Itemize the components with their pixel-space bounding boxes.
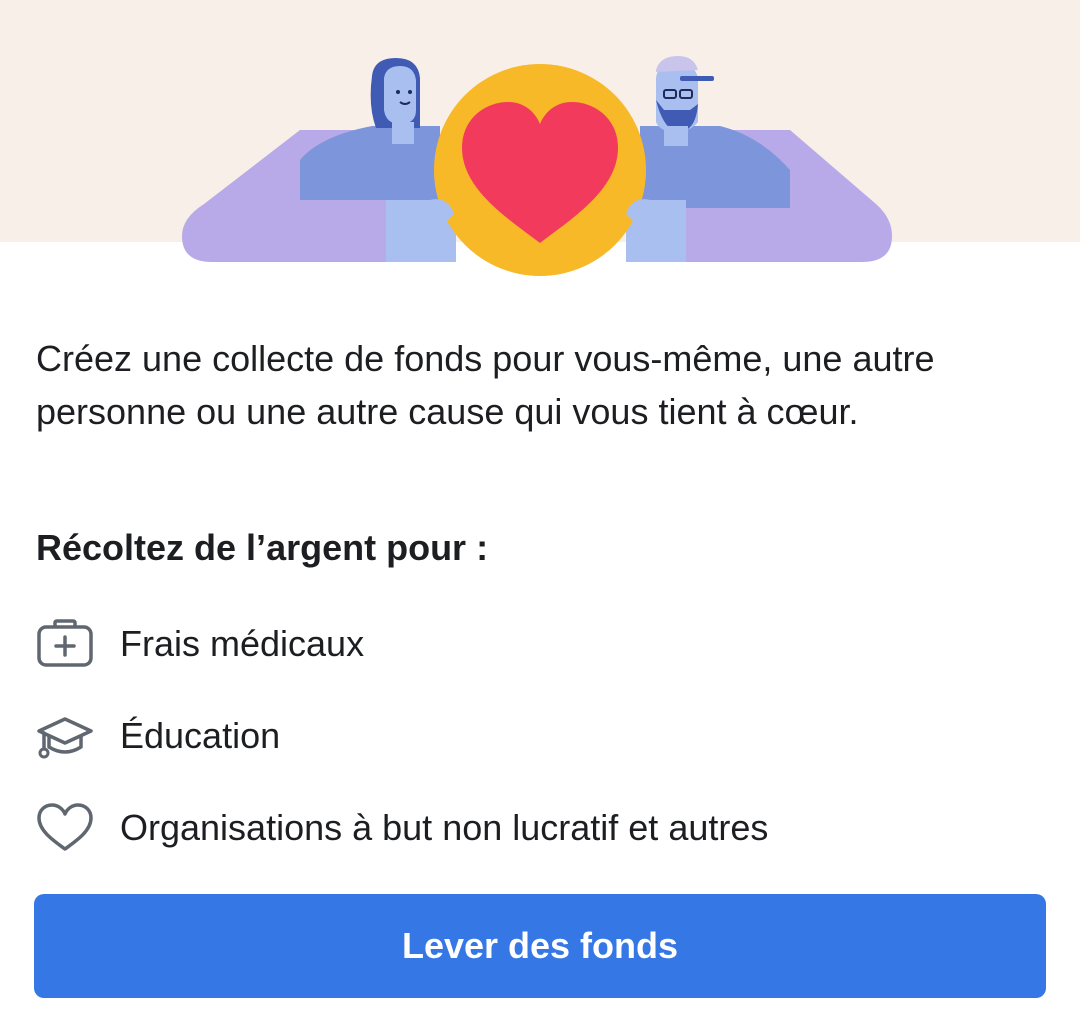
category-item-nonprofit: Organisations à but non lucratif et autr… xyxy=(36,782,1036,874)
man-cap xyxy=(656,56,698,72)
woman-eye xyxy=(408,90,412,94)
fundraiser-intro-page: Créez une collecte de fonds pour vous-mê… xyxy=(0,0,1080,1022)
woman-eye xyxy=(396,90,400,94)
category-label-education: Éducation xyxy=(120,715,281,756)
man-neck xyxy=(664,126,688,146)
category-item-medical: Frais médicaux xyxy=(36,598,1036,690)
category-label-medical: Frais médicaux xyxy=(120,623,365,664)
categories-heading: Récoltez de l’argent pour : xyxy=(36,527,489,568)
graduation-cap-icon xyxy=(36,706,96,766)
hero-illustration xyxy=(0,0,1080,300)
category-list: Frais médicaux Éducation Organisations à… xyxy=(36,598,1036,874)
heart-outline-icon xyxy=(36,798,96,858)
people-holding-heart-illustration xyxy=(182,56,892,276)
woman-face xyxy=(384,66,416,124)
woman-neck xyxy=(392,122,414,144)
man-cap-brim xyxy=(680,76,714,81)
description-text: Créez une collecte de fonds pour vous-mê… xyxy=(36,338,935,432)
raise-funds-button[interactable]: Lever des fonds xyxy=(34,894,1046,998)
category-item-education: Éducation xyxy=(36,690,1036,782)
medical-kit-icon xyxy=(36,614,96,674)
category-label-nonprofit: Organisations à but non lucratif et autr… xyxy=(120,807,769,848)
